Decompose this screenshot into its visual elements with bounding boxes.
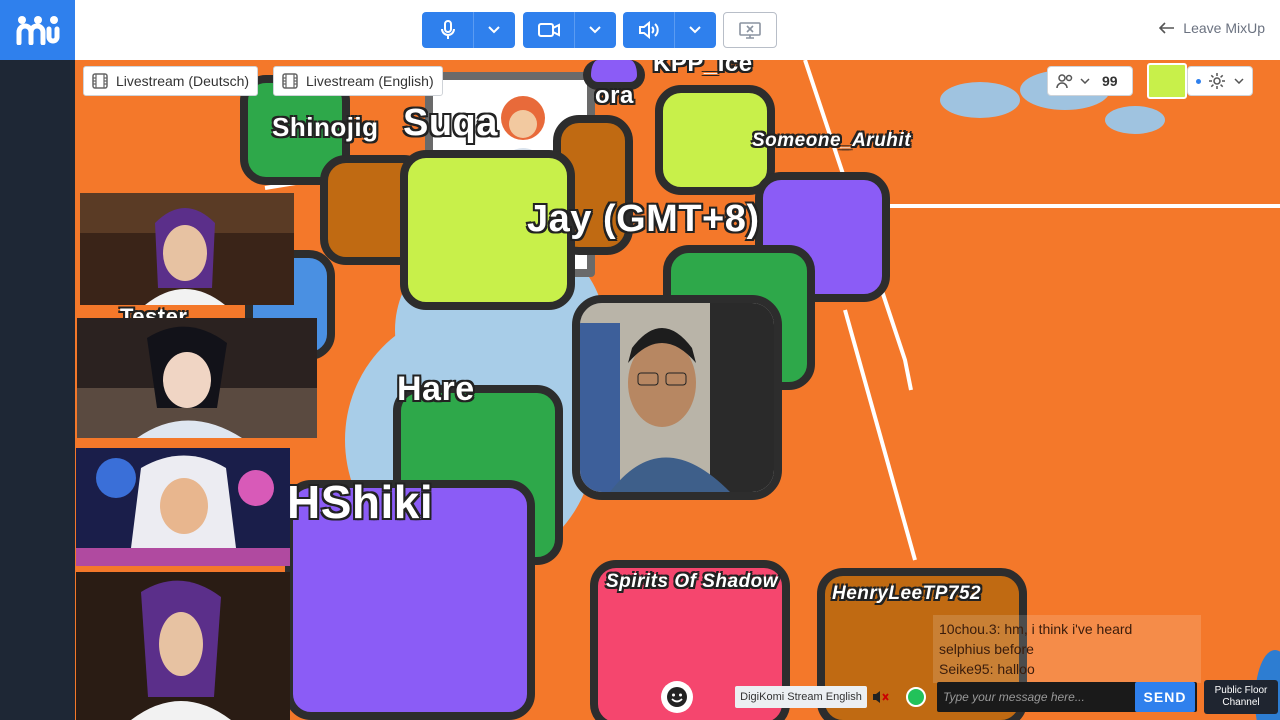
mute-stream-button[interactable]: [871, 687, 891, 707]
film-icon: [92, 73, 108, 89]
chevron-down-icon: [589, 26, 601, 34]
camera-control: [523, 12, 616, 48]
webcam-thumbnail-3[interactable]: [76, 448, 290, 566]
arrow-left-icon: [1159, 22, 1175, 34]
avatar-video-feed[interactable]: [572, 295, 782, 500]
livestream-deutsch-label: Livestream (Deutsch): [116, 73, 250, 89]
chat-message: selphius before: [939, 641, 1034, 657]
avatar-color-swatch[interactable]: [1147, 63, 1187, 99]
people-icon: [1056, 74, 1073, 89]
channel-selector[interactable]: Public Floor Channel: [1204, 680, 1278, 714]
gear-icon: [1209, 73, 1226, 89]
leave-mixup-link[interactable]: Leave MixUp: [1159, 20, 1265, 36]
chevron-down-icon: [488, 26, 500, 34]
livestream-english-label: Livestream (English): [306, 73, 434, 89]
chevron-down-icon: [1080, 78, 1090, 84]
connection-status-indicator: [906, 687, 926, 707]
chat-message: Seike95: halloo: [939, 661, 1035, 677]
livestream-english-tag[interactable]: Livestream (English): [273, 66, 443, 96]
livestream-deutsch-tag[interactable]: Livestream (Deutsch): [83, 66, 259, 96]
speaker-icon: [638, 21, 659, 39]
webcam-thumbnail-2[interactable]: [77, 318, 317, 438]
chevron-down-icon: [1234, 78, 1244, 84]
participants-button[interactable]: 99: [1047, 66, 1133, 96]
chat-messages: 10chou.3: hm, i think i've heard selphiu…: [933, 615, 1201, 683]
camera-button[interactable]: [523, 12, 575, 48]
mixup-logo[interactable]: [0, 0, 75, 60]
vtuber-purple-hair-image: [80, 193, 294, 305]
chat-input-placeholder: Type your message here...: [943, 690, 1085, 704]
name-shinojig: Shinojig: [272, 112, 379, 142]
microphone-button[interactable]: [422, 12, 474, 48]
camera-dropdown-button[interactable]: [575, 12, 615, 48]
mixup-app: Leave MixUp Shinojig Suqa Jay (GMT+8) KP…: [0, 0, 1280, 720]
film-icon: [282, 73, 298, 89]
webcam-thumbnail-4[interactable]: [76, 572, 290, 720]
leave-mixup-label: Leave MixUp: [1183, 20, 1265, 36]
chat-message: 10chou.3: hm, i think i've heard: [939, 621, 1133, 637]
name-jay: Jay (GMT+8): [527, 198, 760, 240]
name-kpp-ice: KPP_Ice: [653, 60, 753, 77]
name-suqa: Suqa: [403, 102, 498, 144]
smiley-icon: [667, 687, 687, 707]
chevron-down-icon: [689, 26, 701, 34]
microphone-control: [422, 12, 515, 48]
vtuber-dark-hair-image: [77, 318, 317, 438]
vtuber-white-hair-image: [76, 448, 290, 566]
speaker-control: [623, 12, 716, 48]
video-camera-icon: [537, 23, 560, 37]
screen-share-button[interactable]: [723, 12, 777, 48]
speaker-muted-icon: [873, 691, 889, 703]
webcam-thumbnail-1[interactable]: [80, 193, 294, 305]
stream-channel-label: DigiKomi Stream English: [735, 686, 867, 708]
name-henrylee: HenryLeeTP752: [832, 583, 982, 604]
name-ora: ora: [595, 82, 634, 109]
people-count: 99: [1102, 73, 1118, 89]
name-hare: Hare: [397, 370, 475, 408]
microphone-icon: [440, 20, 455, 39]
vtuber-purple-hair-image: [76, 572, 290, 720]
name-spirits-of-shadow: Spirits Of Shadow: [605, 571, 779, 592]
speaker-button[interactable]: [623, 12, 675, 48]
settings-button[interactable]: [1187, 66, 1253, 96]
webcam-person-image: [580, 303, 774, 492]
microphone-dropdown-button[interactable]: [474, 12, 514, 48]
screen-share-off-icon: [739, 22, 761, 39]
virtual-floor[interactable]: Shinojig Suqa Jay (GMT+8) KPP_Ice ora So…: [75, 60, 1280, 720]
top-toolbar: Leave MixUp: [75, 0, 1280, 60]
name-hshiki: HShiki: [287, 476, 434, 528]
send-button[interactable]: SEND: [1135, 682, 1195, 712]
status-dot: [1195, 78, 1201, 84]
left-sidebar: [0, 60, 75, 720]
logo-icon: [16, 16, 59, 45]
name-someone-aruhit: Someone_Aruhit: [752, 130, 912, 151]
emoji-button[interactable]: [661, 681, 693, 713]
speaker-dropdown-button[interactable]: [675, 12, 715, 48]
